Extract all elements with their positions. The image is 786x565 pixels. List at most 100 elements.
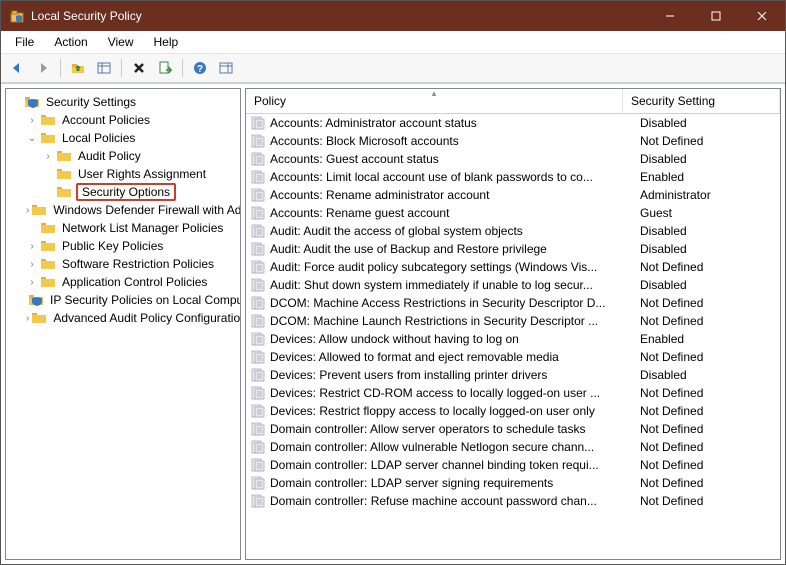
policy-row[interactable]: Devices: Prevent users from installing p…: [246, 366, 780, 384]
policy-row[interactable]: Accounts: Block Microsoft accountsNot De…: [246, 132, 780, 150]
policy-setting: Not Defined: [640, 440, 776, 454]
tree-item[interactable]: ›Software Restriction Policies: [6, 255, 240, 273]
tree-item[interactable]: › Audit Policy: [6, 147, 240, 165]
tree-item[interactable]: ›Application Control Policies: [6, 273, 240, 291]
minimize-button[interactable]: [647, 1, 693, 31]
policy-item-icon: [250, 313, 266, 329]
back-icon[interactable]: [5, 56, 29, 80]
policy-item-icon: [250, 133, 266, 149]
policy-row[interactable]: Devices: Allowed to format and eject rem…: [246, 348, 780, 366]
toolbar: ?: [1, 54, 785, 83]
policy-setting: Guest: [640, 206, 776, 220]
policy-row[interactable]: Devices: Allow undock without having to …: [246, 330, 780, 348]
column-header-setting[interactable]: Security Setting: [623, 89, 780, 113]
policy-name: Accounts: Rename administrator account: [270, 188, 640, 202]
tree-item[interactable]: › Public Key Policies: [6, 237, 240, 255]
policy-name: Devices: Restrict CD-ROM access to local…: [270, 386, 640, 400]
policy-name: Accounts: Guest account status: [270, 152, 640, 166]
policy-setting: Disabled: [640, 278, 776, 292]
policy-row[interactable]: Audit: Shut down system immediately if u…: [246, 276, 780, 294]
tree-item-label: Audit Policy: [76, 149, 143, 163]
policy-item-icon: [250, 223, 266, 239]
policy-row[interactable]: Domain controller: LDAP server channel b…: [246, 456, 780, 474]
policy-row[interactable]: Domain controller: LDAP server signing r…: [246, 474, 780, 492]
tree-expander-icon[interactable]: ›: [26, 205, 29, 216]
tree-item[interactable]: ⌄Local Policies: [6, 129, 240, 147]
tree-expander-icon[interactable]: ›: [26, 241, 38, 252]
app-icon: [9, 8, 25, 24]
policy-row[interactable]: Audit: Force audit policy subcategory se…: [246, 258, 780, 276]
policy-item-icon: [250, 115, 266, 131]
up-folder-icon[interactable]: [66, 56, 90, 80]
delete-icon[interactable]: [127, 56, 151, 80]
tree-expander-icon[interactable]: ›: [26, 259, 38, 270]
tree-item[interactable]: IP Security Policies on Local Computer: [6, 291, 240, 309]
policy-item-icon: [250, 241, 266, 257]
policy-row[interactable]: Domain controller: Refuse machine accoun…: [246, 492, 780, 510]
policy-row[interactable]: Devices: Restrict floppy access to local…: [246, 402, 780, 420]
folder-icon: [56, 166, 72, 182]
policy-item-icon: [250, 277, 266, 293]
list-pane[interactable]: ▴ Policy Security Setting Accounts: Admi…: [245, 88, 781, 560]
policy-setting: Not Defined: [640, 260, 776, 274]
menu-file[interactable]: File: [7, 33, 42, 51]
tree-expander-icon[interactable]: ›: [42, 151, 54, 162]
policy-row[interactable]: Accounts: Rename guest accountGuest: [246, 204, 780, 222]
show-hide-tree-icon[interactable]: [92, 56, 116, 80]
window-title: Local Security Policy: [31, 9, 647, 23]
forward-icon[interactable]: [31, 56, 55, 80]
titlebar[interactable]: Local Security Policy: [1, 1, 785, 31]
folder-icon: [40, 274, 56, 290]
policy-setting: Disabled: [640, 368, 776, 382]
policy-item-icon: [250, 187, 266, 203]
policy-setting: Not Defined: [640, 476, 776, 490]
tree-pane[interactable]: Security Settings›Account Policies⌄Local…: [5, 88, 241, 560]
folder-icon: [31, 310, 47, 326]
help-icon[interactable]: ?: [188, 56, 212, 80]
tree-item-label: Security Options: [76, 183, 176, 201]
column-header-policy[interactable]: ▴ Policy: [246, 89, 623, 113]
policy-row[interactable]: DCOM: Machine Access Restrictions in Sec…: [246, 294, 780, 312]
policy-row[interactable]: Accounts: Rename administrator accountAd…: [246, 186, 780, 204]
tree-item-label: Public Key Policies: [60, 239, 165, 253]
menu-action[interactable]: Action: [46, 33, 95, 51]
policy-setting: Disabled: [640, 152, 776, 166]
tree-expander-icon[interactable]: ›: [26, 277, 38, 288]
policy-item-icon: [250, 169, 266, 185]
policy-item-icon: [250, 295, 266, 311]
svg-text:?: ?: [197, 64, 203, 75]
tree-expander-icon[interactable]: ›: [26, 115, 38, 126]
tree-item[interactable]: User Rights Assignment: [6, 165, 240, 183]
folder-icon: [40, 220, 56, 236]
policy-row[interactable]: Accounts: Administrator account statusDi…: [246, 114, 780, 132]
close-button[interactable]: [739, 1, 785, 31]
tree-item-label: Windows Defender Firewall with Advanced …: [51, 203, 241, 217]
show-hide-action-pane-icon[interactable]: [214, 56, 238, 80]
maximize-button[interactable]: [693, 1, 739, 31]
policy-row[interactable]: Audit: Audit the access of global system…: [246, 222, 780, 240]
tree-item[interactable]: › Advanced Audit Policy Configuration: [6, 309, 240, 327]
policy-row[interactable]: Domain controller: Allow server operator…: [246, 420, 780, 438]
tree-expander-icon[interactable]: ⌄: [26, 133, 38, 144]
tree-root[interactable]: Security Settings: [6, 93, 240, 111]
policy-name: Domain controller: LDAP server signing r…: [270, 476, 640, 490]
tree-item-label: Advanced Audit Policy Configuration: [51, 311, 241, 325]
tree-item[interactable]: › Windows Defender Firewall with Advanced…: [6, 201, 240, 219]
export-list-icon[interactable]: [153, 56, 177, 80]
tree-item[interactable]: Network List Manager Policies: [6, 219, 240, 237]
policy-row[interactable]: Domain controller: Allow vulnerable Netl…: [246, 438, 780, 456]
policy-row[interactable]: Accounts: Limit local account use of bla…: [246, 168, 780, 186]
toolbar-separator: [60, 59, 61, 77]
policy-setting: Disabled: [640, 224, 776, 238]
policy-row[interactable]: Devices: Restrict CD-ROM access to local…: [246, 384, 780, 402]
tree-expander-icon[interactable]: ›: [26, 313, 29, 324]
menu-view[interactable]: View: [100, 33, 142, 51]
policy-row[interactable]: Accounts: Guest account statusDisabled: [246, 150, 780, 168]
tree-item[interactable]: ›Account Policies: [6, 111, 240, 129]
policy-row[interactable]: Audit: Audit the use of Backup and Resto…: [246, 240, 780, 258]
menu-help[interactable]: Help: [146, 33, 187, 51]
tree-item[interactable]: Security Options: [6, 183, 240, 201]
policy-name: Accounts: Limit local account use of bla…: [270, 170, 640, 184]
policy-row[interactable]: DCOM: Machine Launch Restrictions in Sec…: [246, 312, 780, 330]
tree-item-label: IP Security Policies on Local Computer: [48, 293, 241, 307]
